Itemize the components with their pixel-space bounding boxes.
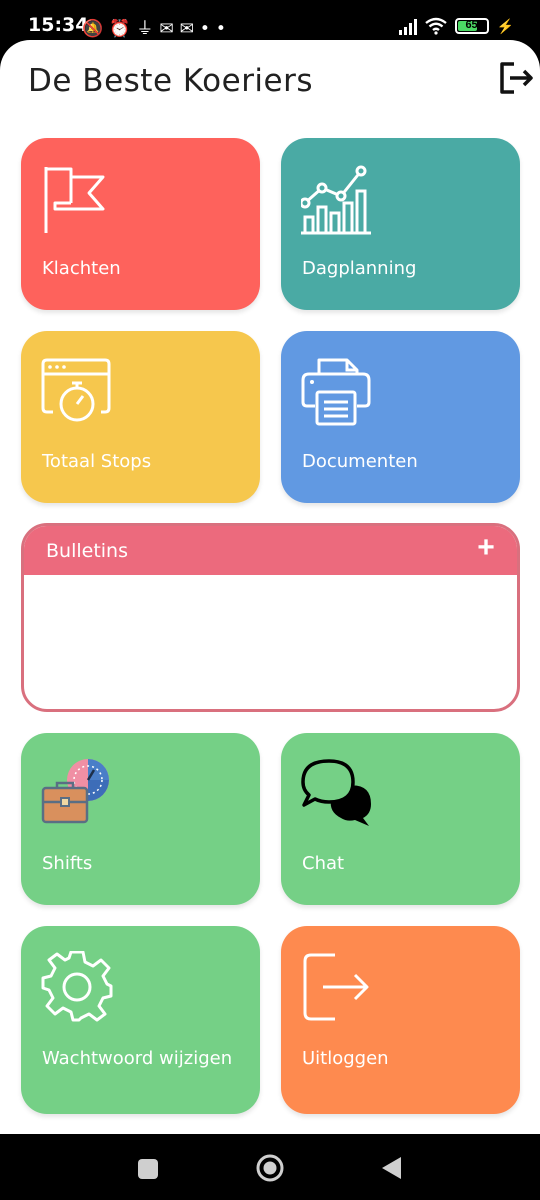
- gear-icon: [41, 951, 113, 1022]
- printer-icon: [301, 358, 371, 426]
- wachtwoord-wijzigen-tile[interactable]: Wachtwoord wijzigen: [21, 926, 260, 1114]
- dagplanning-tile[interactable]: Dagplanning: [281, 138, 520, 310]
- app-screen: De Beste Koeriers Klachten Dagplanning T…: [0, 40, 540, 1134]
- more-notifications: ••: [199, 19, 232, 39]
- shifts-tile[interactable]: Shifts: [21, 733, 260, 905]
- add-bulletin-button[interactable]: +: [469, 531, 503, 565]
- tile-label: Shifts: [42, 853, 93, 874]
- recents-button[interactable]: [137, 1158, 159, 1180]
- wifi-icon: [424, 17, 447, 35]
- totaal-stops-tile[interactable]: Totaal Stops: [21, 331, 260, 503]
- tile-label: Uitloggen: [302, 1048, 389, 1069]
- tile-label: Dagplanning: [302, 258, 417, 279]
- chat-bubbles-icon: [301, 759, 371, 826]
- battery-level: 65: [465, 19, 478, 31]
- uitloggen-tile[interactable]: Uitloggen: [281, 926, 520, 1114]
- signal-icon: [398, 17, 417, 35]
- flag-icon: [44, 167, 105, 233]
- tile-label: Documenten: [302, 451, 418, 472]
- chat-tile[interactable]: Chat: [281, 733, 520, 905]
- bulletins-panel: Bulletins +: [21, 523, 520, 712]
- tile-label: Wachtwoord wijzigen: [42, 1048, 233, 1069]
- bulletins-header: Bulletins +: [24, 526, 517, 575]
- stopwatch-icon: [41, 358, 111, 422]
- back-button[interactable]: [381, 1156, 403, 1180]
- muted-icon: 🔕: [82, 19, 110, 39]
- navigation-bar: [0, 1134, 540, 1200]
- logout-icon[interactable]: [496, 58, 536, 98]
- mail-icon: ✉: [159, 19, 180, 39]
- usb-icon: ⏚: [136, 19, 160, 39]
- documenten-tile[interactable]: Documenten: [281, 331, 520, 503]
- tile-label: Chat: [302, 853, 345, 874]
- charging-icon: ⚡: [496, 17, 514, 34]
- bar-chart-icon: [301, 165, 371, 235]
- tile-label: Klachten: [42, 258, 121, 279]
- battery-icon: 65: [454, 18, 489, 34]
- briefcase-clock-icon: [41, 759, 109, 824]
- tile-label: Totaal Stops: [42, 451, 152, 472]
- status-time: 15:34: [28, 14, 89, 36]
- system-status-icons: 65 ⚡: [398, 14, 514, 38]
- mail-icon: ✉: [179, 19, 200, 39]
- notification-icons: 🔕⏰⏚✉✉••: [82, 14, 232, 39]
- klachten-tile[interactable]: Klachten: [21, 138, 260, 310]
- logout-icon: [303, 953, 369, 1021]
- bulletins-title: Bulletins: [46, 540, 128, 562]
- page-title: De Beste Koeriers: [28, 63, 314, 99]
- home-button[interactable]: [256, 1154, 284, 1182]
- alarm-icon: ⏰: [109, 19, 137, 39]
